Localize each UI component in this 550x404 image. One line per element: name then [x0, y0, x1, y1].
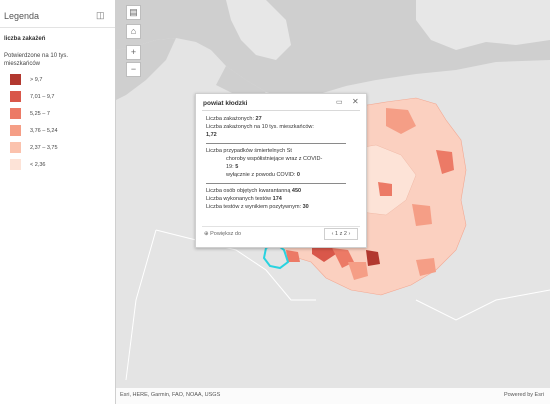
chevron-left-icon[interactable]: ‹ [332, 231, 334, 237]
close-icon[interactable]: ✕ [352, 97, 361, 106]
chevron-right-icon[interactable]: › [349, 231, 351, 237]
popup-title: powiat kłodzki [203, 100, 248, 107]
legend-class-label: > 9,7 [30, 77, 43, 83]
attribution-bar: Esri, HERE, Garmin, FAO, NOAA, USGS Powe… [116, 388, 550, 404]
legend-class-label: 3,76 – 5,24 [30, 128, 58, 134]
popup-line: Liczba przypadków śmiertelnych St [206, 148, 292, 154]
zoom-to-button[interactable]: ⊕ Powiększ do [204, 231, 241, 237]
powered-by[interactable]: Powered by Esri [504, 392, 544, 398]
popup-divider [206, 183, 346, 184]
popup-line: Liczba testów z wynikiem pozytywnym: 30 [206, 204, 309, 210]
home-button[interactable]: ⌂ [126, 24, 141, 39]
popup-pager[interactable]: ‹ 1 z 2 › [324, 228, 358, 240]
legend-swatch [10, 125, 21, 136]
basemap-gallery-button[interactable]: ▤ [126, 5, 141, 20]
legend-swatch [10, 91, 21, 102]
legend-layer-title: liczba zakażeń [4, 36, 46, 42]
legend-field-label: Potwierdzone na 10 tys. mieszkańców [4, 53, 69, 67]
legend-swatch [10, 159, 21, 170]
collapse-icon[interactable]: ◫ [96, 10, 106, 20]
popup-line: Liczba wykonanych testów 174 [206, 196, 282, 202]
popup-line: Liczba zakażonych: 27 [206, 116, 262, 122]
popup-line: wyłącznie z powodu COVID: 0 [226, 172, 300, 178]
popup-header-divider [202, 110, 360, 111]
popup-line: 1,72 [206, 132, 217, 138]
popup-line: choroby współistniejące wraz z COVID- [226, 156, 323, 162]
legend-swatch [10, 74, 21, 85]
popup-line: 19: 5 [226, 164, 239, 170]
popup-line: Liczba zakażonych na 10 tys. mieszkańców… [206, 124, 314, 130]
legend-class-label: 7,01 – 9,7 [30, 94, 55, 100]
popup-footer-divider [202, 226, 360, 227]
legend-swatch [10, 142, 21, 153]
zoom-in-button[interactable]: + [126, 45, 141, 60]
popup-divider [206, 143, 346, 144]
zoom-icon: ⊕ [204, 231, 209, 237]
legend-swatch [10, 108, 21, 119]
home-icon: ⌂ [130, 26, 137, 36]
zoom-out-button[interactable]: − [126, 62, 141, 77]
dock-icon[interactable]: ▭ [336, 98, 345, 107]
legend-divider [0, 27, 115, 28]
legend-class-label: < 2,36 [30, 162, 46, 168]
feature-popup: powiat kłodzki ▭ ✕ Liczba zakażonych: 27… [195, 93, 367, 248]
legend-class-label: 2,37 – 3,75 [30, 145, 58, 151]
popup-line: Liczba osób objętych kwarantanną 450 [206, 188, 302, 194]
legend-panel: Legenda ◫ liczba zakażeń Potwierdzone na… [0, 0, 116, 404]
legend-class-label: 5,25 – 7 [30, 111, 50, 117]
basemap-gallery-icon: ▤ [129, 7, 138, 17]
attribution-text[interactable]: Esri, HERE, Garmin, FAO, NOAA, USGS [120, 392, 220, 398]
